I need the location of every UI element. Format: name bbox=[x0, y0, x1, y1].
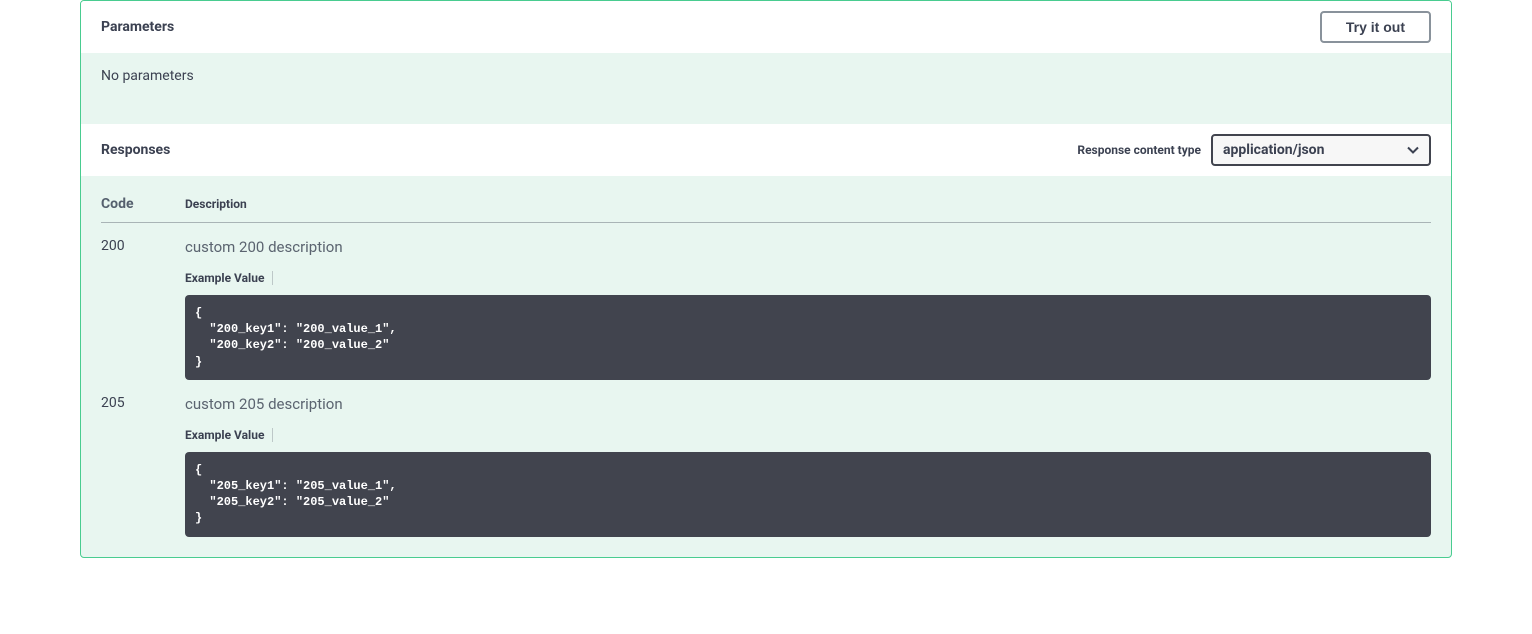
example-code-block[interactable]: { "205_key1": "205_value_1", "205_key2":… bbox=[185, 452, 1431, 537]
example-value-label[interactable]: Example Value bbox=[185, 428, 273, 442]
no-parameters-text: No parameters bbox=[101, 68, 194, 84]
response-content-type-select[interactable]: application/json bbox=[1211, 134, 1431, 166]
parameters-title: Parameters bbox=[101, 19, 174, 35]
example-value-label[interactable]: Example Value bbox=[185, 271, 273, 285]
response-content-type-value: application/json bbox=[1223, 142, 1324, 158]
table-row: 200 custom 200 description Example Value… bbox=[101, 223, 1431, 380]
response-content-type-wrapper: Response content type application/json bbox=[1077, 134, 1431, 166]
response-code: 205 bbox=[101, 380, 185, 537]
try-it-out-button[interactable]: Try it out bbox=[1320, 11, 1431, 43]
response-description-cell: custom 205 description Example Value { "… bbox=[185, 380, 1431, 537]
responses-body: Code Description 200 custom 200 descript… bbox=[81, 176, 1451, 557]
table-row: 205 custom 205 description Example Value… bbox=[101, 380, 1431, 537]
response-description-cell: custom 200 description Example Value { "… bbox=[185, 223, 1431, 380]
response-description: custom 200 description bbox=[185, 238, 1431, 256]
response-code: 200 bbox=[101, 223, 185, 380]
parameters-body: No parameters bbox=[81, 53, 1451, 124]
responses-table: Code Description 200 custom 200 descript… bbox=[101, 196, 1431, 537]
parameters-header: Parameters Try it out bbox=[81, 1, 1451, 53]
column-header-code: Code bbox=[101, 196, 185, 223]
chevron-down-icon bbox=[1407, 146, 1419, 154]
response-content-type-label: Response content type bbox=[1077, 143, 1201, 157]
operation-block: Parameters Try it out No parameters Resp… bbox=[80, 0, 1452, 558]
responses-header: Responses Response content type applicat… bbox=[81, 124, 1451, 176]
example-code-block[interactable]: { "200_key1": "200_value_1", "200_key2":… bbox=[185, 295, 1431, 380]
response-description: custom 205 description bbox=[185, 395, 1431, 413]
column-header-description: Description bbox=[185, 196, 1431, 223]
responses-title: Responses bbox=[101, 142, 170, 158]
